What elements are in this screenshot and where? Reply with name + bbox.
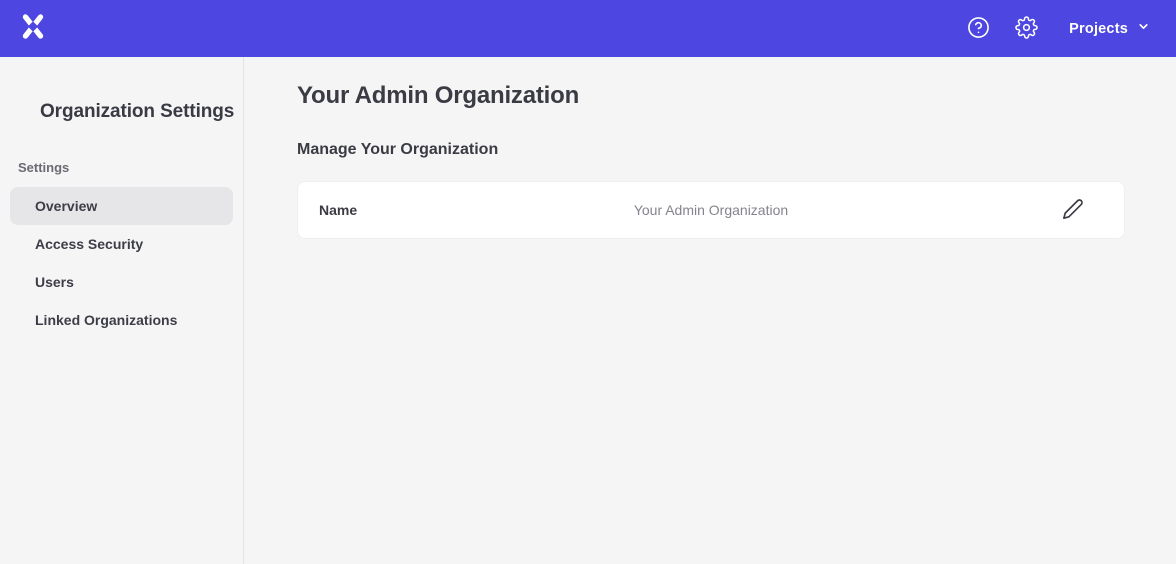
- page-title: Your Admin Organization: [297, 82, 1125, 110]
- sidebar-item-label: Overview: [35, 198, 97, 214]
- main-panel: Your Admin Organization Manage Your Orga…: [244, 57, 1176, 564]
- help-circle-icon: [967, 16, 990, 42]
- gear-icon: [1015, 16, 1038, 42]
- sidebar-section-label: Settings: [18, 160, 243, 175]
- x-logo-icon: [20, 27, 46, 44]
- organization-name-row: Name Your Admin Organization: [297, 181, 1125, 239]
- pencil-icon: [1062, 198, 1084, 223]
- sidebar-item-label: Users: [35, 274, 74, 290]
- projects-dropdown-label: Projects: [1069, 21, 1128, 37]
- sidebar-item-linked-organizations[interactable]: Linked Organizations: [10, 301, 233, 339]
- sidebar-item-label: Access Security: [35, 236, 143, 252]
- edit-name-button[interactable]: [1060, 197, 1086, 223]
- section-title: Manage Your Organization: [297, 141, 1125, 159]
- chevron-down-icon: [1128, 20, 1150, 37]
- brand-area[interactable]: [20, 13, 46, 45]
- sidebar-item-access-security[interactable]: Access Security: [10, 225, 233, 263]
- help-button[interactable]: [965, 16, 991, 42]
- sidebar-item-users[interactable]: Users: [10, 263, 233, 301]
- top-navigation-bar: Projects: [0, 0, 1176, 57]
- sidebar-title: Organization Settings: [40, 101, 243, 123]
- sidebar-nav: Overview Access Security Users Linked Or…: [0, 187, 243, 339]
- settings-sidebar: Organization Settings Settings Overview …: [0, 57, 244, 564]
- sidebar-item-label: Linked Organizations: [35, 312, 177, 328]
- settings-button[interactable]: [1013, 16, 1039, 42]
- projects-dropdown[interactable]: Projects: [1069, 20, 1150, 37]
- sidebar-item-overview[interactable]: Overview: [10, 187, 233, 225]
- name-field-value: Your Admin Organization: [298, 202, 1124, 218]
- name-field-label: Name: [319, 202, 357, 218]
